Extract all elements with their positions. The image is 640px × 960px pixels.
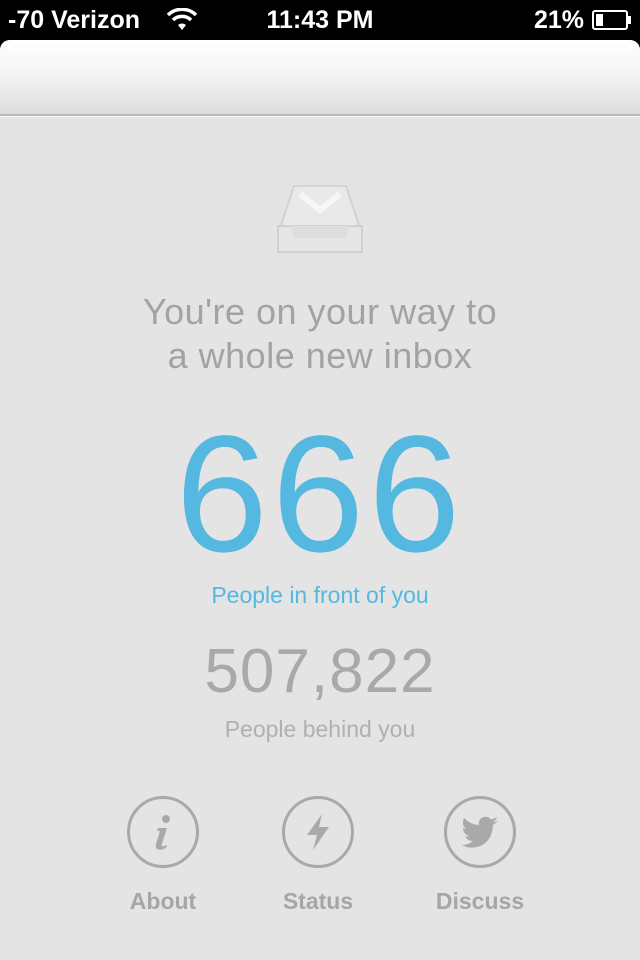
people-behind-count: 507,822 bbox=[204, 637, 436, 706]
status-label: Status bbox=[282, 888, 354, 914]
battery-icon bbox=[592, 10, 631, 30]
twitter-bird-icon bbox=[462, 816, 498, 848]
status-bar: -70 Verizon 11:43 PM 21% bbox=[0, 0, 640, 40]
tagline-line-1: You're on your way to bbox=[142, 291, 498, 332]
info-icon bbox=[155, 815, 170, 850]
people-ahead-count: 666 bbox=[175, 402, 465, 587]
about-circle[interactable] bbox=[127, 796, 199, 868]
battery-percent: 21% bbox=[533, 6, 584, 34]
mailbox-tray-icon bbox=[277, 185, 363, 253]
navigation-bar bbox=[0, 40, 640, 116]
discuss-circle[interactable] bbox=[444, 796, 516, 868]
people-behind-label: People behind you bbox=[224, 716, 416, 742]
about-button[interactable]: About bbox=[93, 796, 233, 920]
status-button[interactable]: Status bbox=[248, 796, 388, 920]
about-label: About bbox=[129, 888, 197, 914]
tagline-line-2: a whole new inbox bbox=[167, 335, 473, 376]
status-circle[interactable] bbox=[282, 796, 354, 868]
lightning-icon bbox=[307, 814, 329, 850]
tagline: You're on your way to a whole new inbox bbox=[0, 290, 640, 378]
discuss-button[interactable]: Discuss bbox=[410, 796, 550, 920]
discuss-label: Discuss bbox=[435, 888, 525, 914]
people-ahead-label: People in front of you bbox=[211, 582, 429, 608]
app-screen: You're on your way to a whole new inbox … bbox=[0, 40, 640, 960]
